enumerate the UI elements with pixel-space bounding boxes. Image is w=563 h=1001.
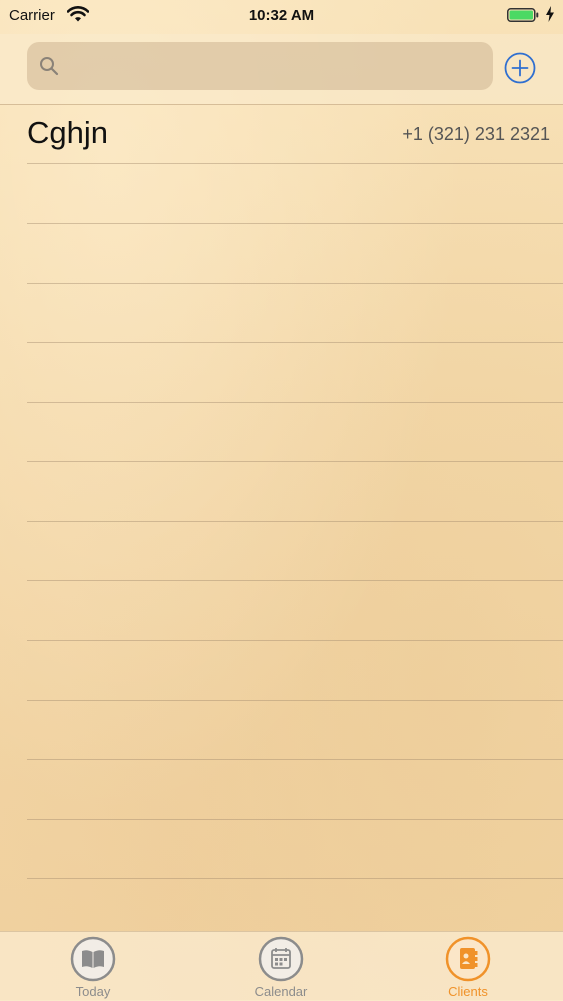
tab-calendar-label: Calendar xyxy=(254,984,308,999)
tab-today-label: Today xyxy=(75,984,111,999)
tab-today[interactable]: Today xyxy=(33,932,153,1001)
battery-icon xyxy=(507,8,539,22)
client-name: Cghjn xyxy=(27,115,108,150)
row-separator xyxy=(27,640,563,641)
navigation-bar xyxy=(0,34,563,105)
client-phone: +1 (321) 231 2321 xyxy=(402,124,550,144)
tab-calendar[interactable]: Calendar xyxy=(221,932,341,1001)
row-separator xyxy=(27,580,563,581)
tab-bar: Today Calendar Clients xyxy=(0,931,563,1001)
row-separator xyxy=(27,163,563,164)
row-separator xyxy=(27,759,563,760)
clock: 10:32 AM xyxy=(248,7,315,24)
search-icon xyxy=(40,57,59,76)
charging-bolt-icon xyxy=(546,6,554,22)
row-separator xyxy=(27,819,563,820)
row-separator xyxy=(27,700,563,701)
search-field[interactable] xyxy=(27,42,493,90)
calendar-icon xyxy=(258,936,304,982)
add-client-button[interactable] xyxy=(504,52,536,84)
row-separator xyxy=(27,223,563,224)
tab-clients[interactable]: Clients xyxy=(408,932,528,1001)
row-separator xyxy=(27,878,563,879)
row-separator xyxy=(27,461,563,462)
tab-clients-label: Clients xyxy=(448,984,488,999)
row-separator xyxy=(27,342,563,343)
row-separator xyxy=(27,283,563,284)
book-icon xyxy=(70,936,116,982)
address-book-icon xyxy=(445,936,491,982)
row-separator xyxy=(27,402,563,403)
row-separator xyxy=(27,521,563,522)
status-bar: Carrier 10:32 AM xyxy=(0,0,563,34)
